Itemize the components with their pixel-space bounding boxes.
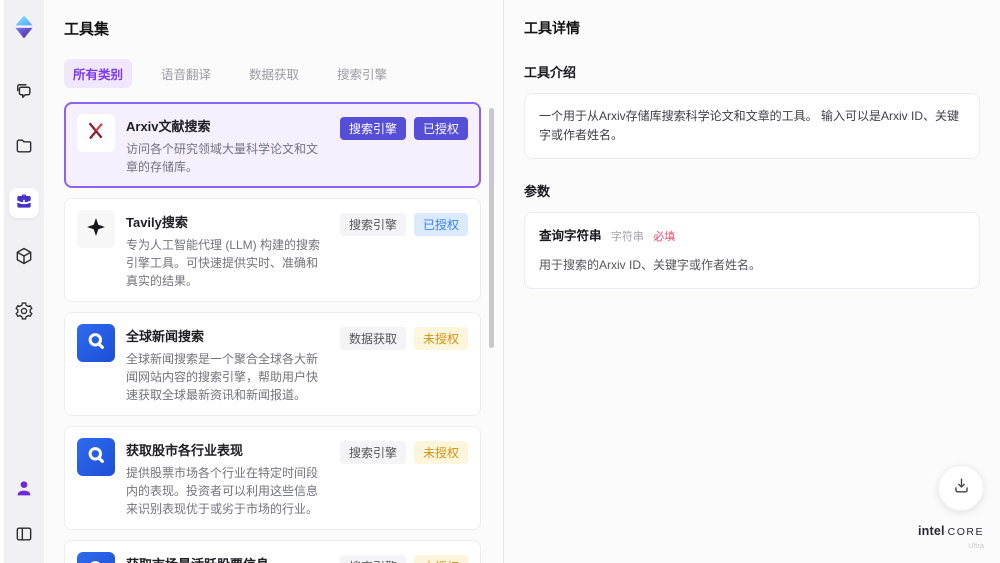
- sparkle-icon: [84, 215, 108, 244]
- tool-card[interactable]: Tavily搜索 专为人工智能代理 (LLM) 构建的搜索引擎工具。可快速提供实…: [64, 198, 481, 302]
- tool-list-panel: 工具集 所有类别 语音翻译 数据获取 搜索引擎 Arxiv文献搜索 访问各个研究领域大…: [44, 0, 503, 563]
- param-description: 用于搜索的Arxiv ID、关键字或作者姓名。: [539, 257, 762, 272]
- tool-card[interactable]: Arxiv文献搜索 访问各个研究领域大量科学论文和文章的存储库。 搜索引擎 已授…: [64, 102, 481, 188]
- tool-category-badge: 搜索引擎: [339, 117, 406, 140]
- app-logo gem-logo-icon: [11, 14, 37, 40]
- ultra-logo-text: Ultra: [968, 540, 984, 550]
- sidebar-bottom: [9, 475, 39, 551]
- arxiv-icon: [84, 119, 108, 148]
- tool-description: 专为人工智能代理 (LLM) 构建的搜索引擎工具。可快速提供实时、准确和真实的结…: [126, 238, 321, 288]
- intro-heading: 工具介绍: [524, 65, 577, 80]
- gear-icon: [14, 301, 34, 326]
- download-button[interactable]: [938, 465, 984, 511]
- search-blue-icon: [84, 329, 108, 358]
- tool-auth-badge: 未授权: [413, 555, 468, 563]
- tool-category-badge: 搜索引擎: [339, 555, 406, 563]
- core-logo-text: CORE: [947, 526, 984, 539]
- app-window: 工具集 所有类别 语音翻译 数据获取 搜索引擎 Arxiv文献搜索 访问各个研究领域大…: [0, 0, 1000, 563]
- param-required-badge: 必填: [653, 231, 676, 244]
- tab-0[interactable]: 所有类别: [64, 59, 133, 88]
- sidebar-item-panel-toggle[interactable]: [9, 521, 39, 551]
- folder-icon: [14, 136, 34, 161]
- panel-icon: [14, 524, 34, 549]
- tool-name: Tavily搜索: [126, 215, 188, 230]
- search-blue-icon: [84, 557, 108, 563]
- tool-auth-badge: 未授权: [413, 441, 468, 464]
- sidebar-nav: [9, 78, 39, 328]
- intel-logo-text: intel: [917, 524, 945, 539]
- sidebar-item-folder[interactable]: [9, 133, 39, 163]
- tool-category-badge: 数据获取: [339, 327, 406, 350]
- intro-box: 一个用于从Arxiv存储库搜索科学论文和文章的工具。 输入可以是Arxiv ID…: [524, 93, 980, 160]
- sidebar-item-chat[interactable]: [9, 78, 39, 108]
- tab-1[interactable]: 语音翻译: [152, 59, 220, 88]
- tool-description: 全球新闻搜索是一个聚合全球各大新闻网站内容的搜索引擎，帮助用户快速获取全球最新资…: [126, 352, 319, 402]
- tool-name: 获取市场最活跃股票信息: [126, 554, 329, 563]
- page-title: 工具集: [64, 21, 110, 38]
- tool-auth-badge: 未授权: [413, 327, 468, 350]
- cube-icon: [14, 246, 34, 271]
- download-icon: [952, 476, 971, 500]
- user-icon: [14, 478, 34, 503]
- tool-icon: [77, 114, 115, 152]
- tool-name: 全球新闻搜索: [126, 329, 205, 344]
- tool-detail-panel: 工具详情 工具介绍 一个用于从Arxiv存储库搜索科学论文和文章的工具。 输入可…: [503, 0, 1000, 563]
- tool-auth-badge: 已授权: [413, 213, 468, 236]
- params-heading: 参数: [524, 184, 551, 200]
- param-name: 查询字符串: [539, 229, 602, 244]
- sidebar-item-toolbox[interactable]: [9, 188, 39, 218]
- tool-icon: [77, 438, 115, 476]
- tool-name: Arxiv文献搜索: [126, 119, 211, 134]
- briefcase-icon: [14, 191, 34, 216]
- param-box: 查询字符串 字符串 必填 用于搜索的Arxiv ID、关键字或作者姓名。: [524, 212, 980, 290]
- tool-icon: [77, 210, 115, 248]
- sidebar-item-plugins[interactable]: [9, 243, 39, 273]
- tool-icon: [77, 324, 115, 362]
- intel-core-logo: intel CORE Ultra: [918, 522, 984, 550]
- tool-name: 获取股市各行业表现: [126, 443, 244, 458]
- tool-card[interactable]: 全球新闻搜索 全球新闻搜索是一个聚合全球各大新闻网站内容的搜索引擎，帮助用户快速…: [64, 312, 481, 416]
- param-type: 字符串: [610, 231, 644, 244]
- tab-2[interactable]: 数据获取: [240, 59, 308, 88]
- tool-category-badge: 搜索引擎: [339, 213, 406, 236]
- sidebar-item-account[interactable]: [9, 475, 39, 505]
- tool-cards-list: Arxiv文献搜索 访问各个研究领域大量科学论文和文章的存储库。 搜索引擎 已授…: [64, 102, 503, 563]
- intro-text: 一个用于从Arxiv存储库搜索科学论文和文章的工具。 输入可以是Arxiv ID…: [539, 109, 960, 143]
- tool-card[interactable]: 获取市场最活跃股票信息 提供当天交易量最高的股票列表，投资者可以利用这些信息来识…: [64, 540, 481, 563]
- tool-description: 访问各个研究领域大量科学论文和文章的存储库。: [126, 142, 319, 174]
- tool-category-badge: 搜索引擎: [339, 441, 406, 464]
- tool-card[interactable]: 获取股市各行业表现 提供股票市场各个行业在特定时间段内的表现。投资者可以利用这些…: [64, 426, 481, 530]
- search-blue-icon: [84, 443, 108, 472]
- tab-3[interactable]: 搜索引擎: [328, 59, 396, 88]
- detail-title: 工具详情: [524, 20, 580, 36]
- sidebar-rail: [0, 0, 44, 563]
- tool-auth-badge: 已授权: [413, 117, 468, 140]
- scrollbar[interactable]: [489, 108, 494, 348]
- tool-icon: [77, 552, 115, 563]
- param-header: 查询字符串 字符串 必填: [539, 226, 965, 247]
- tool-description: 提供股票市场各个行业在特定时间段内的表现。投资者可以利用这些信息来识别表现优于或…: [126, 466, 319, 516]
- chat-icon: [14, 81, 34, 106]
- sidebar-item-settings[interactable]: [9, 298, 39, 328]
- category-tabs: 所有类别 语音翻译 数据获取 搜索引擎: [64, 59, 503, 88]
